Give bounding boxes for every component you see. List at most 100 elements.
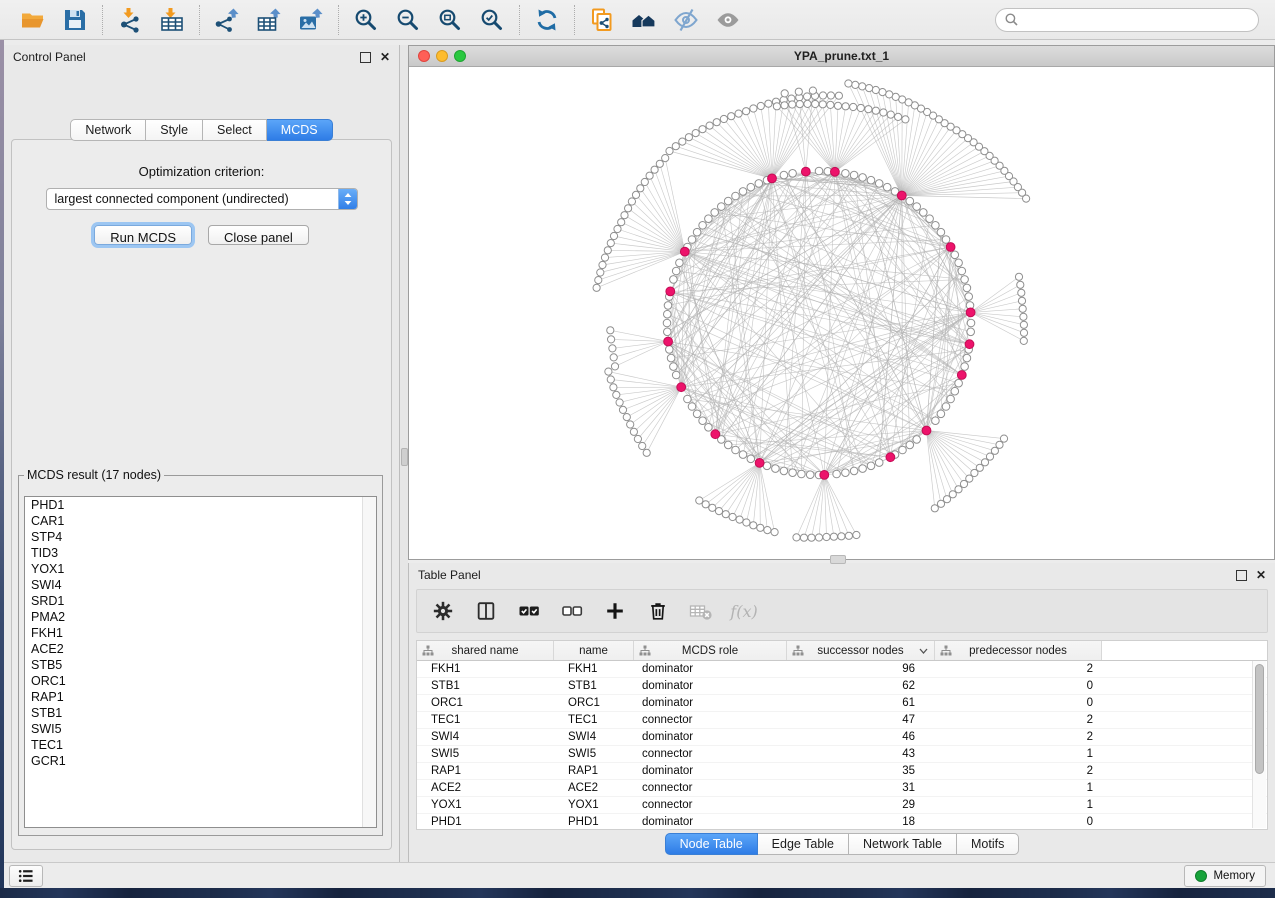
network-node[interactable] (830, 533, 837, 540)
network-node[interactable] (724, 197, 732, 205)
open-file-button[interactable] (19, 6, 47, 34)
network-node[interactable] (866, 85, 873, 92)
window-zoom-icon[interactable] (454, 50, 466, 62)
network-node[interactable] (627, 421, 634, 428)
network-node[interactable] (755, 180, 763, 188)
network-node[interactable] (947, 395, 955, 403)
export-network-button[interactable] (213, 6, 241, 34)
network-node[interactable] (932, 417, 940, 425)
network-node[interactable] (619, 406, 626, 413)
table-scrollbar-thumb[interactable] (1255, 664, 1264, 774)
network-node[interactable] (672, 371, 680, 379)
show-panels-button[interactable] (9, 865, 43, 887)
network-node[interactable] (942, 236, 950, 244)
network-node[interactable] (875, 180, 883, 188)
network-node[interactable] (720, 115, 727, 122)
network-node[interactable] (632, 191, 639, 198)
network-node[interactable] (639, 442, 646, 449)
network-node[interactable] (771, 529, 778, 536)
network-node[interactable] (672, 143, 679, 150)
vertical-splitter[interactable] (400, 45, 408, 862)
network-node[interactable] (781, 102, 788, 109)
network-node[interactable] (679, 138, 686, 145)
network-node[interactable] (610, 354, 617, 361)
mcds-hub-node[interactable] (946, 243, 955, 252)
network-node[interactable] (845, 80, 852, 87)
network-node[interactable] (795, 88, 802, 95)
network-node[interactable] (961, 363, 969, 371)
network-node[interactable] (757, 524, 764, 531)
network-node[interactable] (827, 92, 834, 99)
network-node[interactable] (713, 119, 720, 126)
network-node[interactable] (628, 198, 635, 205)
network-node[interactable] (702, 501, 709, 508)
network-node[interactable] (705, 424, 713, 432)
network-node[interactable] (597, 269, 604, 276)
network-node[interactable] (850, 467, 858, 475)
network-node[interactable] (718, 203, 726, 211)
mcds-result-item[interactable]: STB5 (25, 657, 376, 673)
network-node[interactable] (823, 533, 830, 540)
network-node[interactable] (780, 467, 788, 475)
network-node[interactable] (937, 228, 945, 236)
network-node[interactable] (906, 197, 914, 205)
network-node[interactable] (764, 527, 771, 534)
network-node[interactable] (895, 113, 902, 120)
network-node[interactable] (685, 134, 692, 141)
network-node[interactable] (842, 469, 850, 477)
network-node[interactable] (926, 215, 934, 223)
network-node[interactable] (732, 446, 740, 454)
table-row[interactable]: PHD1PHD1dominator180 (417, 814, 1267, 830)
export-image-button[interactable] (297, 6, 325, 34)
float-panel-button[interactable] (360, 52, 371, 63)
network-node[interactable] (722, 511, 729, 518)
mcds-hub-node[interactable] (886, 453, 895, 462)
network-node[interactable] (789, 101, 796, 108)
network-node[interactable] (1020, 337, 1027, 344)
network-node[interactable] (1020, 321, 1027, 328)
network-node[interactable] (1015, 273, 1022, 280)
mcds-hub-node[interactable] (831, 167, 840, 176)
copy-style-button[interactable] (588, 6, 616, 34)
table-row[interactable]: TEC1TEC1connector472 (417, 712, 1267, 729)
deselect-all-button[interactable] (559, 598, 585, 624)
network-node[interactable] (709, 504, 716, 511)
network-node[interactable] (607, 376, 614, 383)
tab-mcds[interactable]: MCDS (267, 119, 333, 141)
network-node[interactable] (750, 105, 757, 112)
show-all-button[interactable] (714, 6, 742, 34)
table-row[interactable]: ORC1ORC1dominator610 (417, 695, 1267, 712)
import-table-button[interactable] (158, 6, 186, 34)
network-node[interactable] (793, 534, 800, 541)
network-node[interactable] (1018, 297, 1025, 304)
tab-style[interactable]: Style (146, 119, 203, 141)
mcds-hub-node[interactable] (965, 340, 974, 349)
table-row[interactable]: STB1STB1dominator620 (417, 678, 1267, 695)
mcds-hub-node[interactable] (680, 247, 689, 256)
mcds-hub-node[interactable] (801, 167, 810, 176)
mcds-result-item[interactable]: ORC1 (25, 673, 376, 689)
network-node[interactable] (806, 471, 814, 479)
horizontal-splitter-grip[interactable] (830, 555, 846, 564)
network-node[interactable] (656, 160, 663, 167)
network-node[interactable] (902, 116, 909, 123)
network-node[interactable] (842, 103, 849, 110)
network-node[interactable] (630, 428, 637, 435)
network-node[interactable] (609, 345, 616, 352)
add-column-button[interactable] (602, 598, 628, 624)
network-node[interactable] (1017, 281, 1024, 288)
network-node[interactable] (955, 379, 963, 387)
network-node[interactable] (859, 465, 867, 473)
window-close-icon[interactable] (418, 50, 430, 62)
network-node[interactable] (850, 171, 858, 179)
network-node[interactable] (688, 236, 696, 244)
mcds-hub-node[interactable] (755, 459, 764, 468)
splitter-grip[interactable] (401, 448, 408, 466)
memory-button[interactable]: Memory (1184, 865, 1266, 887)
network-node[interactable] (819, 101, 826, 108)
network-node[interactable] (872, 86, 879, 93)
network-node[interactable] (595, 277, 602, 284)
window-minimize-icon[interactable] (436, 50, 448, 62)
network-node[interactable] (809, 87, 816, 94)
network-node[interactable] (604, 247, 611, 254)
